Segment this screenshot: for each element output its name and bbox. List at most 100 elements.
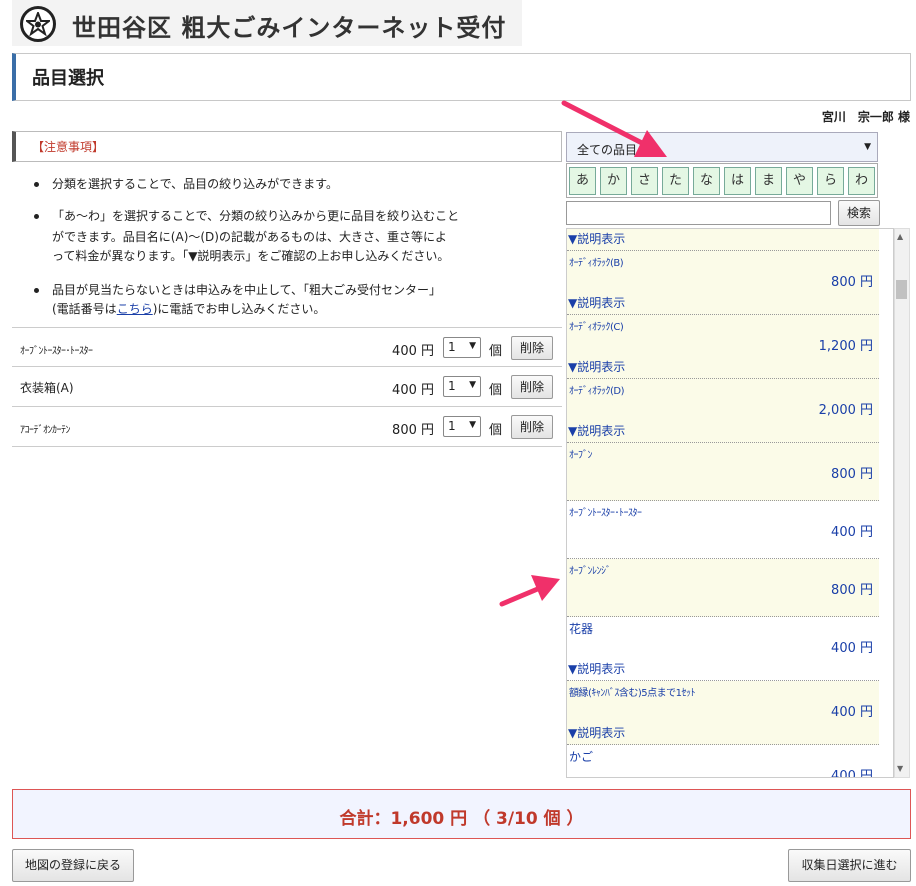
quantity-select[interactable]: 1 ▼ [443,337,481,358]
scroll-down-icon[interactable]: ▼ [897,764,903,773]
list-item[interactable]: ｵｰﾃﾞｨｵﾗｯｸ(C) 1,200 円 ▼説明表示 [567,315,879,379]
delete-button[interactable]: 削除 [511,336,553,360]
note-text: 品目が見当たらないときは申込みを中止して、「粗大ごみ受付センター」 [52,283,442,297]
item-price: 800 円 [831,583,873,598]
page-title-bar [12,53,911,101]
item-name[interactable]: ｵｰﾌﾞﾝ [569,446,593,461]
quantity-value: 1 [448,340,456,354]
selected-item-name: ｵｰﾌﾞﾝﾄｰｽﾀｰ･ﾄｰｽﾀｰ [20,346,93,357]
category-select-value: 全ての品目 [577,143,638,157]
quantity-select[interactable]: 1 ▼ [443,416,481,437]
note-text: 分類を選択することで、品目の絞り込みができます。 [52,177,338,191]
kana-button[interactable]: ら [817,167,844,195]
list-scrollbar[interactable] [894,228,910,778]
annotation-arrow-icon [499,575,560,607]
kana-button[interactable]: な [693,167,720,195]
chevron-down-icon: ▼ [469,420,476,430]
selected-item-price: 800 円 [392,423,434,438]
kana-button[interactable]: わ [848,167,875,195]
note-text: (電話番号は [52,302,117,316]
item-price: 400 円 [831,769,873,778]
note-text: 「あ～わ」を選択することで、分類の絞り込みから更に品目を絞り込むこと [52,209,460,223]
scroll-up-icon[interactable]: ▲ [897,232,903,241]
search-input[interactable] [566,201,831,225]
kana-button[interactable]: か [600,167,627,195]
kana-button[interactable]: や [786,167,813,195]
selected-item-row: 衣装箱(A) 400 円 1 ▼ 個 削除 [12,367,562,407]
total-summary: 合計：1,600 円 （ 3/10 個 ） [339,809,584,829]
list-item[interactable]: ｵｰﾌﾞﾝﾚﾝｼﾞ 800 円 [567,559,879,617]
bullet-icon [34,182,39,187]
item-name[interactable]: ｵｰﾃﾞｨｵﾗｯｸ(B) [569,254,624,269]
chevron-down-icon: ▼ [469,341,476,351]
delete-button[interactable]: 削除 [511,415,553,439]
item-name[interactable]: ｵｰﾃﾞｨｵﾗｯｸ(C) [569,318,624,333]
app-title: 世田谷区 粗大ごみインターネット受付 [72,14,507,42]
user-name: 宮川 宗一郎 様 [821,110,910,124]
quantity-value: 1 [448,419,456,433]
bullet-icon [34,214,39,219]
item-name[interactable]: ｵｰﾌﾞﾝﾄｰｽﾀｰ･ﾄｰｽﾀｰ [569,504,642,519]
kana-button[interactable]: さ [631,167,658,195]
item-name[interactable]: 花器 [569,620,593,637]
list-item[interactable]: ｵｰﾃﾞｨｵﾗｯｸ(D) 2,000 円 ▼説明表示 [567,379,879,443]
note-text: ができます。品目名に(A)～(D)の記載があるものは、大きさ、重さ等によ [52,230,447,244]
phone-number-link[interactable]: こちら [117,302,153,316]
list-item[interactable]: ｵｰﾃﾞｨｵﾗｯｸ(B) 800 円 ▼説明表示 [567,251,879,315]
item-price: 2,000 円 [818,403,873,418]
unit-label: 個 [489,383,503,398]
item-price: 400 円 [831,705,873,720]
item-name[interactable]: ｵｰﾌﾞﾝﾚﾝｼﾞ [569,562,611,577]
scrollbar-thumb[interactable] [896,280,907,299]
item-name[interactable]: かご [569,748,593,765]
proceed-to-date-button[interactable]: 収集日選択に進む [788,849,911,882]
item-price: 800 円 [831,275,873,290]
back-to-map-button[interactable]: 地図の登録に戻る [12,849,134,882]
list-item[interactable]: ｵｰﾌﾞﾝﾄｰｽﾀｰ･ﾄｰｽﾀｰ 400 円 [567,501,879,559]
selected-item-name: ｱｺｰﾃﾞｵﾝｶｰﾃﾝ [20,425,71,436]
kana-button[interactable]: あ [569,167,596,195]
item-name[interactable]: ｵｰﾃﾞｨｵﾗｯｸ(D) [569,382,625,397]
delete-button[interactable]: 削除 [511,375,553,399]
item-price: 1,200 円 [818,339,873,354]
kana-button[interactable]: ま [755,167,782,195]
quantity-select[interactable]: 1 ▼ [443,376,481,397]
list-item[interactable]: 花器 400 円 ▼説明表示 [567,617,879,681]
category-select[interactable]: 全ての品目 ▼ [566,132,878,162]
page-title: 品目選択 [32,68,104,89]
unit-label: 個 [489,423,503,438]
explain-toggle[interactable]: ▼説明表示 [568,422,625,439]
item-price: 400 円 [831,525,873,540]
explain-toggle[interactable]: ▼説明表示 [568,660,625,677]
list-item: ▼説明表示 [567,229,879,251]
chevron-down-icon: ▼ [469,380,476,390]
selected-item-row: ｵｰﾌﾞﾝﾄｰｽﾀｰ･ﾄｰｽﾀｰ 400 円 1 ▼ 個 削除 [12,327,562,367]
item-list: ▼説明表示 ｵｰﾃﾞｨｵﾗｯｸ(B) 800 円 ▼説明表示 ｵｰﾃﾞｨｵﾗｯｸ… [566,228,894,778]
ward-emblem-icon [20,6,56,42]
explain-toggle[interactable]: ▼説明表示 [568,230,625,247]
explain-toggle[interactable]: ▼説明表示 [568,358,625,375]
list-item[interactable]: ｵｰﾌﾞﾝ 800 円 [567,443,879,501]
search-button[interactable]: 検索 [838,200,880,226]
notes-heading: 【注意事項】 [12,131,562,162]
explain-toggle[interactable]: ▼説明表示 [568,294,625,311]
item-price: 800 円 [831,467,873,482]
kana-button[interactable]: た [662,167,689,195]
quantity-value: 1 [448,379,456,393]
list-item[interactable]: 額縁(ｷｬﾝﾊﾞｽ含む)5点まで1ｾｯﾄ 400 円 ▼説明表示 [567,681,879,745]
chevron-down-icon: ▼ [864,142,871,152]
note-text: って料金が異なります。「▼説明表示」をご確認の上お申し込みください。 [52,249,450,263]
list-item[interactable]: かご 400 円 [567,745,879,778]
kana-filter-row: あ か さ た な は ま や ら わ [566,163,878,198]
selected-item-price: 400 円 [392,344,434,359]
selected-item-name: 衣装箱(A) [20,381,74,395]
selected-item-price: 400 円 [392,383,434,398]
note-text: )に電話でお申し込みください。 [152,302,326,316]
bullet-icon [34,288,39,293]
explain-toggle[interactable]: ▼説明表示 [568,724,625,741]
item-price: 400 円 [831,641,873,656]
note-text-phone: (電話番号はこちら)に電話でお申し込みください。 [52,300,542,318]
item-name[interactable]: 額縁(ｷｬﾝﾊﾞｽ含む)5点まで1ｾｯﾄ [569,684,696,699]
notes-heading-label: 【注意事項】 [32,140,105,154]
kana-button[interactable]: は [724,167,751,195]
